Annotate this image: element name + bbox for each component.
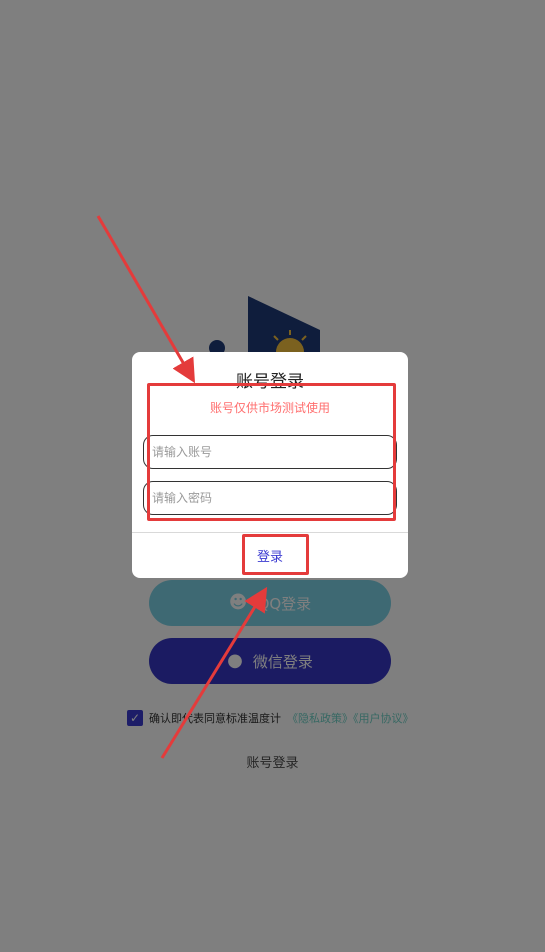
annotation-box-inputs — [147, 383, 396, 521]
dialog-divider — [132, 532, 408, 533]
annotation-box-login — [242, 534, 309, 575]
